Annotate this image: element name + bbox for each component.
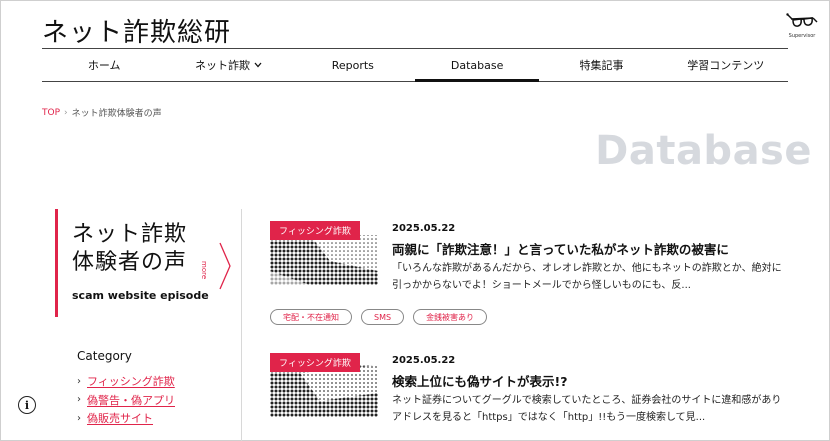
article-category-tag[interactable]: フィッシング詐欺 — [270, 221, 360, 240]
article-thumbnail: フィッシング詐欺 — [270, 221, 378, 285]
article-tags: 宅配・不在通知 SMS 金銭被害あり — [270, 309, 488, 325]
section-title-line1: ネット詐欺 — [72, 222, 188, 247]
more-arrow-icon — [219, 242, 231, 290]
article-date: 2025.05.22 — [392, 223, 456, 234]
category-label: 偽警告・偽アプリ — [87, 393, 175, 407]
supervisor-label: Supervisor — [788, 33, 816, 39]
tag-sms[interactable]: SMS — [361, 309, 405, 325]
nav-learning-label: 学習コンテンツ — [687, 59, 765, 72]
site-logo[interactable]: ネット詐欺総研 — [42, 12, 231, 49]
nav-net-fraud-label: ネット詐欺 — [194, 59, 250, 72]
glasses-icon — [786, 13, 818, 27]
category-item-fake-warning[interactable]: › 偽警告・偽アプリ — [77, 391, 175, 410]
nav-reports-label: Reports — [331, 58, 374, 72]
nav-home[interactable]: ホーム — [42, 49, 166, 81]
article-excerpt: ネット証券についてグーグルで検索していたところ、証券会社のサイトに違和感がありア… — [392, 395, 782, 423]
nav-features-label: 特集記事 — [579, 59, 624, 72]
chevron-right-icon: › — [77, 394, 81, 406]
category-item-phishing[interactable]: › フィッシング詐欺 — [77, 372, 175, 391]
article-thumbnail: フィッシング詐欺 — [270, 353, 378, 417]
section-card[interactable]: ネット詐欺 体験者の声 more scam website episode — [55, 209, 231, 317]
chevron-right-icon: › — [64, 107, 68, 118]
more-link[interactable]: more — [200, 241, 234, 291]
nav-features[interactable]: 特集記事 — [539, 49, 663, 81]
category-title: Category — [77, 349, 132, 363]
column-divider — [241, 209, 242, 441]
category-label: フィッシング詐欺 — [87, 375, 175, 389]
nav-home-label: ホーム — [87, 59, 121, 72]
breadcrumb-top-link[interactable]: TOP — [42, 108, 60, 118]
article-excerpt: 「いろんな詐欺があるんだから、オレオレ詐欺とか、他にもネットの詐欺とか、絶対に引… — [392, 263, 782, 291]
info-icon[interactable]: i — [18, 396, 36, 414]
article-category-tag[interactable]: フィッシング詐欺 — [270, 353, 360, 372]
tag-money-loss[interactable]: 金銭被害あり — [413, 309, 488, 325]
category-label: 偽販売サイト — [87, 412, 153, 426]
breadcrumb-current: ネット詐欺体験者の声 — [71, 109, 162, 119]
article-title[interactable]: 両親に「詐欺注意！」と言っていた私がネット詐欺の被害に — [392, 239, 729, 258]
chevron-right-icon: › — [77, 412, 81, 424]
section-title: ネット詐欺 体験者の声 — [72, 221, 187, 277]
section-subtitle: scam website episode — [72, 289, 209, 302]
page-title: Database — [595, 128, 812, 174]
breadcrumb: TOP › ネット詐欺体験者の声 — [42, 106, 162, 120]
chevron-right-icon: › — [77, 375, 81, 387]
more-label: more — [200, 261, 208, 280]
category-item-fake-shop[interactable]: › 偽販売サイト — [77, 409, 175, 428]
nav-learning[interactable]: 学習コンテンツ — [664, 49, 788, 81]
category-list: › フィッシング詐欺 › 偽警告・偽アプリ › 偽販売サイト — [77, 372, 175, 428]
chevron-down-icon — [254, 62, 262, 68]
nav-database[interactable]: Database — [414, 49, 540, 82]
nav-reports[interactable]: Reports — [291, 49, 415, 81]
supervisor-badge[interactable]: Supervisor — [782, 12, 822, 39]
nav-net-fraud[interactable]: ネット詐欺 — [166, 49, 290, 81]
section-title-line2: 体験者の声 — [72, 250, 188, 275]
nav-database-label: Database — [450, 58, 504, 72]
article-date: 2025.05.22 — [392, 355, 456, 366]
tag-delivery[interactable]: 宅配・不在通知 — [270, 309, 352, 325]
article-title[interactable]: 検索上位にも偽サイトが表示!? — [392, 371, 567, 390]
main-nav: ホーム ネット詐欺 Reports Database 特集記事 学習コンテンツ — [42, 48, 788, 82]
